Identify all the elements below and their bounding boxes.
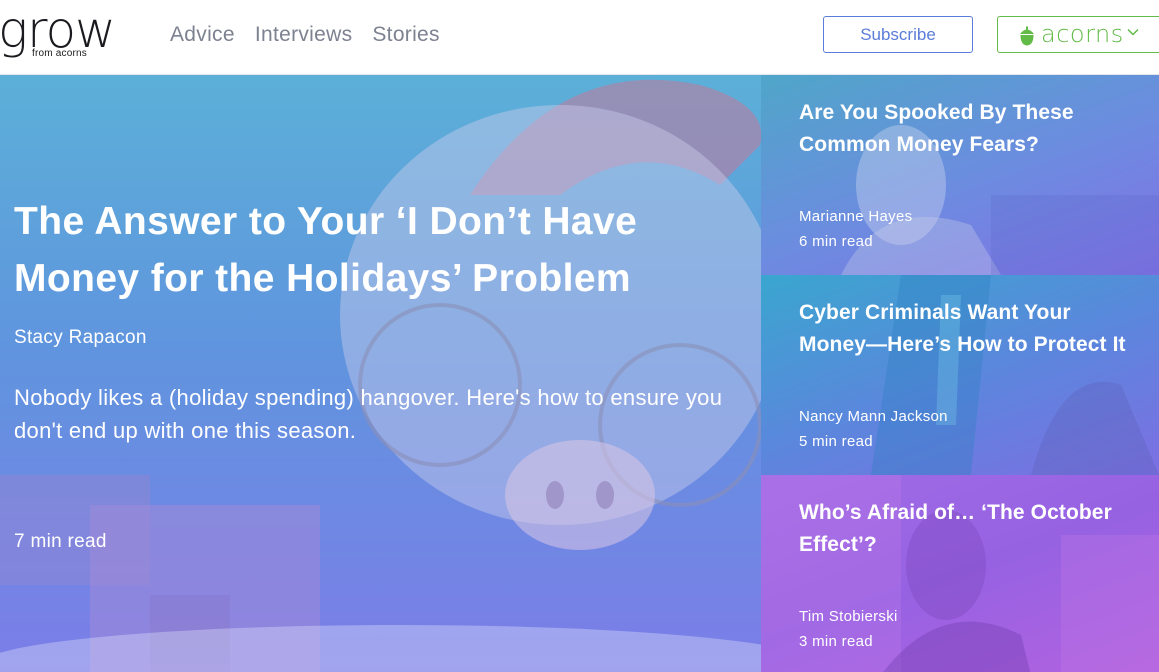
nav-stories[interactable]: Stories (372, 20, 439, 50)
hero-article[interactable]: The Answer to Your ‘I Don’t Have Money f… (0, 75, 761, 672)
side-article-card[interactable]: Cyber Criminals Want Your Money—Here’s H… (761, 275, 1159, 475)
main-nav: Advice Interviews Stories (170, 20, 440, 50)
hero-author[interactable]: Stacy Rapacon (14, 327, 147, 349)
chevron-down-icon (1127, 28, 1139, 36)
side-article-title[interactable]: Who’s Afraid of… ‘The October Effect’? (799, 497, 1139, 561)
side-article-author[interactable]: Marianne Hayes (799, 208, 912, 225)
hero-title[interactable]: The Answer to Your ‘I Don’t Have Money f… (14, 193, 734, 307)
nav-interviews[interactable]: Interviews (255, 20, 353, 50)
side-article-author[interactable]: Nancy Mann Jackson (799, 408, 948, 425)
side-article-read-time: 3 min read (799, 633, 873, 650)
side-article-card[interactable]: Who’s Afraid of… ‘The October Effect’? T… (761, 475, 1159, 672)
nav-advice[interactable]: Advice (170, 20, 235, 50)
acorns-label: acorns (1041, 20, 1124, 48)
acorn-icon (1020, 26, 1034, 46)
logo-subtitle: from acorns (32, 48, 87, 59)
piggy-bank-image (0, 79, 761, 672)
subscribe-button[interactable]: Subscribe (823, 16, 973, 53)
side-article-read-time: 6 min read (799, 233, 873, 250)
grow-logo[interactable]: grow from acorns (0, 1, 130, 66)
site-header: grow from acorns Advice Interviews Stori… (0, 0, 1159, 75)
hero-read-time: 7 min read (14, 531, 107, 552)
side-article-author[interactable]: Tim Stobierski (799, 608, 898, 625)
side-article-read-time: 5 min read (799, 433, 873, 450)
hero-dek: Nobody likes a (holiday spending) hangov… (14, 385, 723, 443)
side-article-title[interactable]: Cyber Criminals Want Your Money—Here’s H… (799, 297, 1139, 361)
acorns-dropdown-button[interactable]: acorns (997, 16, 1159, 53)
side-article-title[interactable]: Are You Spooked By These Common Money Fe… (799, 97, 1139, 161)
side-article-card[interactable]: Are You Spooked By These Common Money Fe… (761, 75, 1159, 275)
